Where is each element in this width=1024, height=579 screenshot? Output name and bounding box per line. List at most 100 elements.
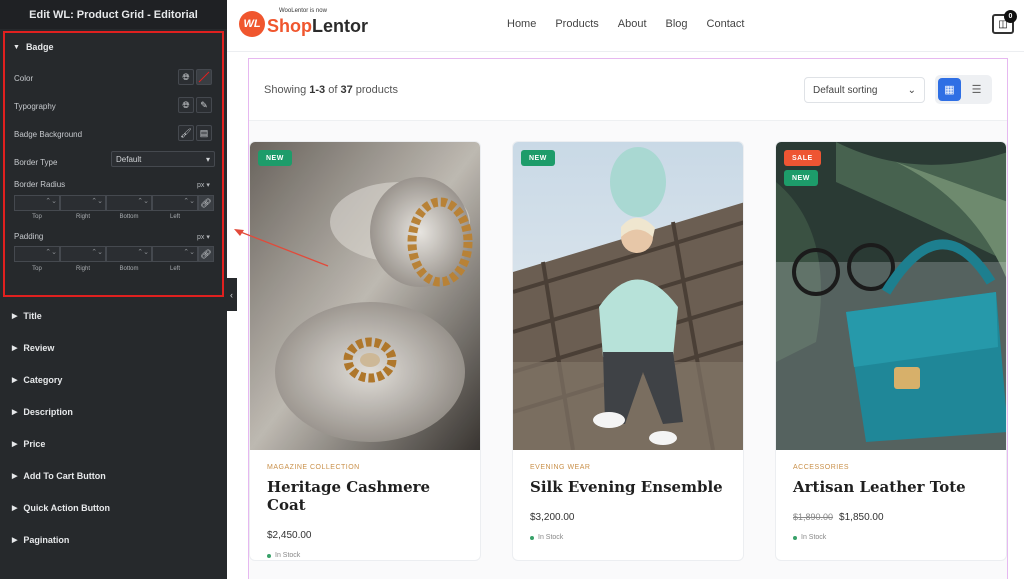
global-typography-button[interactable]: 🌐︎: [178, 97, 194, 113]
caret-right-icon: ▶: [12, 537, 18, 544]
main-nav: Home Products About Blog Contact: [507, 18, 744, 30]
product-grid-widget[interactable]: Showing 1-3 of 37 products Default sorti…: [248, 58, 1008, 579]
stock-status: In Stock: [793, 534, 989, 541]
gradient-icon: ▤: [199, 127, 209, 138]
badge-section-header[interactable]: ▼ Badge: [13, 42, 53, 52]
view-toggle: ▦ ☰: [935, 75, 992, 104]
link-values-button[interactable]: 🔗︎: [198, 195, 214, 211]
badge-new: NEW: [521, 150, 555, 166]
link-icon: 🔗︎: [200, 197, 212, 208]
caret-right-icon: ▶: [12, 313, 18, 320]
badge-section-title: Badge: [25, 42, 54, 52]
nav-about[interactable]: About: [618, 18, 647, 30]
background-gradient-button[interactable]: ▤: [196, 125, 212, 141]
border-radius-bottom-input[interactable]: [106, 195, 152, 211]
section-price[interactable]: ▶ Price: [0, 428, 227, 460]
caret-right-icon: ▶: [12, 409, 18, 416]
edit-typography-button[interactable]: ✎: [196, 97, 212, 113]
nav-blog[interactable]: Blog: [666, 18, 688, 30]
panel-collapse-button[interactable]: ‹: [226, 278, 237, 311]
product-image[interactable]: NEW: [250, 142, 480, 450]
section-label: Pagination: [23, 535, 70, 545]
product-card[interactable]: NEW MAGAZINE COLLECTION Heritage Cashmer…: [249, 141, 481, 561]
logo-tagline: WooLentor is now: [279, 8, 327, 14]
dim-label-left: Left: [169, 214, 180, 220]
border-type-select[interactable]: Default ▾: [111, 151, 215, 167]
section-add-to-cart[interactable]: ▶ Add To Cart Button: [0, 460, 227, 492]
typography-label: Typography: [14, 102, 56, 111]
padding-unit[interactable]: px ▾: [197, 233, 210, 241]
product-image[interactable]: NEW: [513, 142, 743, 450]
chevron-down-icon: ▾: [205, 154, 210, 164]
product-name[interactable]: Silk Evening Ensemble: [530, 478, 726, 496]
stock-label: In Stock: [275, 552, 301, 559]
grid-toolbar: Showing 1-3 of 37 products Default sorti…: [249, 59, 1007, 121]
dim-label-right: Right: [75, 266, 90, 272]
section-description[interactable]: ▶ Description: [0, 396, 227, 428]
current-price: $3,200.00: [530, 512, 575, 523]
section-category[interactable]: ▶ Category: [0, 364, 227, 396]
border-radius-top-input[interactable]: [14, 195, 60, 211]
handbag-photo: [776, 142, 1006, 450]
product-category[interactable]: EVENING WEAR: [530, 464, 726, 471]
product-price: $3,200.00: [530, 512, 726, 523]
dim-label-top: Top: [32, 214, 42, 220]
section-pagination[interactable]: ▶ Pagination: [0, 524, 227, 556]
sort-select[interactable]: Default sorting ⌄: [804, 77, 925, 103]
chevron-down-icon: ⌄: [907, 84, 916, 96]
section-label: Price: [23, 439, 46, 449]
section-title[interactable]: ▶ Title: [0, 300, 227, 332]
sort-value: Default sorting: [813, 84, 878, 96]
grid-view-button[interactable]: ▦: [938, 78, 961, 101]
nav-contact[interactable]: Contact: [707, 18, 745, 30]
border-radius-unit[interactable]: px ▾: [197, 181, 210, 189]
product-details: MAGAZINE COLLECTION Heritage Cashmere Co…: [250, 450, 480, 560]
section-label: Quick Action Button: [23, 503, 111, 513]
padding-right-input[interactable]: [60, 246, 106, 262]
product-name[interactable]: Artisan Leather Tote: [793, 478, 989, 496]
link-values-button[interactable]: 🔗︎: [198, 246, 214, 262]
border-radius-inputs: 🔗︎: [14, 195, 214, 211]
editor-panel: Edit WL: Product Grid - Editorial ▼ Badg…: [0, 0, 227, 579]
stock-status: In Stock: [267, 552, 463, 559]
product-name[interactable]: Heritage Cashmere Coat: [267, 478, 463, 514]
badge-section: ▼ Badge Color 🌐︎ Typography 🌐︎ ✎ Badge B…: [3, 31, 224, 297]
globe-icon: 🌐︎: [182, 71, 190, 82]
result-count: Showing 1-3 of 37 products: [264, 84, 398, 96]
padding-bottom-input[interactable]: [106, 246, 152, 262]
logo-name-shop: Shop: [267, 16, 312, 36]
caret-right-icon: ▶: [12, 473, 18, 480]
result-prefix: Showing: [264, 84, 310, 96]
color-picker-button[interactable]: [196, 69, 212, 85]
stock-dot-icon: [793, 535, 797, 540]
list-view-button[interactable]: ☰: [965, 78, 988, 101]
fashion-photo: [513, 142, 743, 450]
site-logo[interactable]: WL ShopLentor WooLentor is now: [239, 8, 368, 37]
nav-products[interactable]: Products: [555, 18, 598, 30]
product-card[interactable]: SALE NEW ACCESSORIES Artisan Leather Tot…: [775, 141, 1007, 561]
product-category[interactable]: MAGAZINE COLLECTION: [267, 464, 463, 471]
cart-button[interactable]: ◫ 0: [992, 10, 1017, 34]
badge-background-label: Badge Background: [14, 130, 83, 139]
product-category[interactable]: ACCESSORIES: [793, 464, 989, 471]
nav-home[interactable]: Home: [507, 18, 536, 30]
section-review[interactable]: ▶ Review: [0, 332, 227, 364]
caret-right-icon: ▶: [12, 441, 18, 448]
section-quick-action[interactable]: ▶ Quick Action Button: [0, 492, 227, 524]
border-type-label: Border Type: [14, 158, 58, 167]
global-color-button[interactable]: 🌐︎: [178, 69, 194, 85]
section-label: Description: [23, 407, 73, 417]
product-card[interactable]: NEW EVENING WEAR Silk Evening Ensemble $…: [512, 141, 744, 561]
globe-icon: 🌐︎: [182, 99, 190, 110]
padding-dim-labels: Top Right Bottom Left: [14, 266, 198, 272]
product-image[interactable]: SALE NEW: [776, 142, 1006, 450]
background-classic-button[interactable]: 🖌︎: [178, 125, 194, 141]
border-radius-right-input[interactable]: [60, 195, 106, 211]
border-radius-left-input[interactable]: [152, 195, 198, 211]
logo-text: ShopLentor: [267, 10, 368, 37]
padding-top-input[interactable]: [14, 246, 60, 262]
border-type-value: Default: [116, 154, 142, 164]
padding-left-input[interactable]: [152, 246, 198, 262]
section-label: Review: [23, 343, 55, 353]
product-price: $2,450.00: [267, 530, 463, 541]
